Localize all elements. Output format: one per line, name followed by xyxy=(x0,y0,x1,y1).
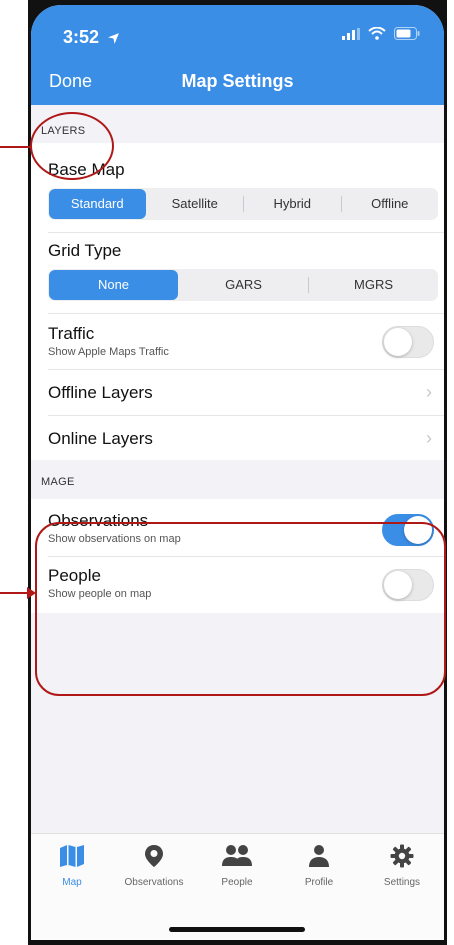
status-icons xyxy=(342,27,420,40)
traffic-sublabel: Show Apple Maps Traffic xyxy=(48,346,169,358)
page-title: Map Settings xyxy=(181,71,294,91)
tab-settings[interactable]: Settings xyxy=(361,844,443,888)
tab-label: People xyxy=(221,877,253,888)
nav-header: 3:52 Done Map Settings xyxy=(31,5,444,105)
tab-label: Profile xyxy=(304,877,334,888)
grid-type-option-gars[interactable]: GARS xyxy=(179,270,308,300)
grid-type-option-mgrs[interactable]: MGRS xyxy=(309,270,438,300)
status-time: 3:52 xyxy=(63,27,120,48)
online-layers-row[interactable]: Online Layers › xyxy=(31,416,444,460)
grid-type-option-none[interactable]: None xyxy=(49,270,178,300)
traffic-label: Traffic xyxy=(48,324,95,343)
person-icon xyxy=(309,845,329,867)
chevron-right-icon: › xyxy=(426,428,432,448)
grid-type-label: Grid Type xyxy=(48,241,122,260)
tab-label: Settings xyxy=(383,877,421,888)
wifi-icon xyxy=(368,27,386,40)
home-indicator xyxy=(169,927,305,932)
mage-section-header: MAGE xyxy=(41,476,75,488)
map-pin-icon xyxy=(145,845,163,867)
chevron-right-icon: › xyxy=(426,382,432,402)
annotation-circle xyxy=(30,112,114,180)
map-icon xyxy=(60,845,84,867)
row-divider xyxy=(48,232,444,233)
battery-icon xyxy=(394,27,420,40)
tab-map[interactable]: Map xyxy=(31,844,113,888)
grid-type-segmented-control: None GARS MGRS xyxy=(48,269,438,301)
tab-label: Observations xyxy=(124,877,184,888)
annotation-rectangle xyxy=(35,522,446,696)
annotation-arrow-line xyxy=(0,592,28,594)
offline-layers-row[interactable]: Offline Layers › xyxy=(31,370,444,415)
signal-icon xyxy=(342,27,360,40)
annotation-arrow-head xyxy=(27,587,36,599)
traffic-row: Traffic Show Apple Maps Traffic xyxy=(31,314,444,369)
tab-people[interactable]: People xyxy=(196,844,278,888)
base-map-segmented-control: Standard Satellite Hybrid Offline xyxy=(48,188,438,220)
tab-label: Map xyxy=(62,877,82,888)
tab-observations[interactable]: Observations xyxy=(113,844,195,888)
tab-profile[interactable]: Profile xyxy=(278,844,360,888)
layers-group: Base Map Standard Satellite Hybrid Offli… xyxy=(31,143,444,460)
base-map-option-offline[interactable]: Offline xyxy=(342,189,439,219)
base-map-option-satellite[interactable]: Satellite xyxy=(147,189,244,219)
online-layers-label: Online Layers xyxy=(48,429,153,448)
toggle-knob xyxy=(384,328,412,356)
location-arrow-icon xyxy=(108,32,119,44)
traffic-toggle[interactable] xyxy=(382,326,434,358)
annotation-arrow-line xyxy=(0,146,32,148)
base-map-option-standard[interactable]: Standard xyxy=(49,189,146,219)
offline-layers-label: Offline Layers xyxy=(48,383,153,402)
tab-bar: Map Observations People Profile Settings xyxy=(31,833,444,940)
gear-icon xyxy=(390,844,414,868)
status-time-text: 3:52 xyxy=(63,27,100,47)
base-map-option-hybrid[interactable]: Hybrid xyxy=(244,189,341,219)
people-icon xyxy=(222,845,252,866)
